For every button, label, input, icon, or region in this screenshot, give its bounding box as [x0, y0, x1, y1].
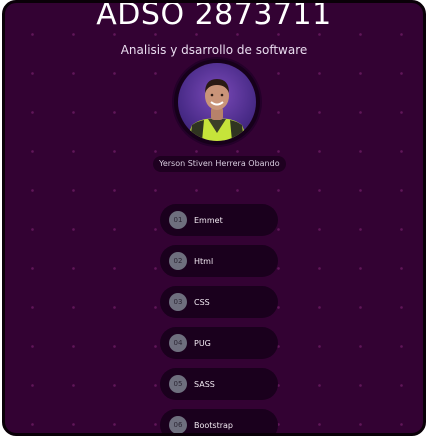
page-subtitle: Analisis y dsarrollo de software — [120, 43, 308, 57]
menu-item-label: Bootstrap — [194, 420, 233, 430]
menu-item-number: 05 — [169, 375, 187, 393]
course-menu: 01 Emmet 02 Html 03 CSS 04 PUG 05 SASS 0… — [160, 204, 278, 433]
menu-item-label: Emmet — [194, 215, 223, 225]
avatar — [178, 63, 256, 141]
menu-item-pug[interactable]: 04 PUG — [160, 327, 278, 359]
menu-item-number: 04 — [169, 334, 187, 352]
menu-item-number: 03 — [169, 293, 187, 311]
menu-item-label: SASS — [194, 379, 215, 389]
menu-item-bootstrap[interactable]: 06 Bootstrap — [160, 409, 278, 433]
avatar-ring — [174, 59, 260, 145]
menu-item-html[interactable]: 02 Html — [160, 245, 278, 277]
menu-item-number: 01 — [169, 211, 187, 229]
menu-item-number: 06 — [169, 416, 187, 433]
app-frame: ADSO 2873711 Analisis y dsarrollo de sof… — [2, 0, 426, 436]
menu-item-emmet[interactable]: 01 Emmet — [160, 204, 278, 236]
menu-item-label: PUG — [194, 338, 211, 348]
profile-name-badge: Yerson Stiven Herrera Obando — [153, 156, 286, 172]
menu-item-label: Html — [194, 256, 214, 266]
menu-item-number: 02 — [169, 252, 187, 270]
page-title: ADSO 2873711 — [96, 0, 332, 32]
menu-item-css[interactable]: 03 CSS — [160, 286, 278, 318]
profile-photo — [186, 79, 248, 141]
menu-item-sass[interactable]: 05 SASS — [160, 368, 278, 400]
menu-item-label: CSS — [194, 297, 210, 307]
